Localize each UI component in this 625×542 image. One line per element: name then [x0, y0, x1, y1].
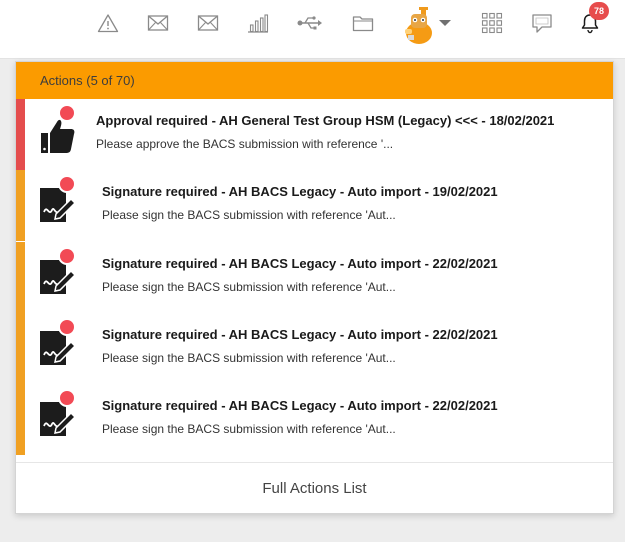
action-item-description: Please sign the BACS submission with ref… — [102, 280, 396, 294]
actions-dropdown-panel: Actions (5 of 70) Approval required - AH… — [15, 61, 614, 514]
unread-dot — [58, 104, 76, 122]
action-item-signature[interactable]: Signature required - AH BACS Legacy - Au… — [16, 313, 613, 384]
unread-dot — [58, 318, 76, 336]
chevron-down-icon[interactable] — [437, 10, 453, 36]
actions-panel-title: Actions (5 of 70) — [40, 73, 135, 88]
unread-dot — [58, 247, 76, 265]
action-item-description: Please sign the BACS submission with ref… — [102, 351, 396, 365]
action-item-description: Please sign the BACS submission with ref… — [102, 422, 396, 436]
apps-grid-icon[interactable] — [480, 10, 504, 36]
action-accent-bar — [16, 242, 25, 313]
action-accent-bar — [16, 384, 25, 455]
action-item-title: Signature required - AH BACS Legacy - Au… — [102, 398, 498, 413]
full-actions-list-link[interactable]: Full Actions List — [16, 462, 613, 513]
action-item-title: Signature required - AH BACS Legacy - Au… — [102, 256, 498, 271]
action-item-title: Signature required - AH BACS Legacy - Au… — [102, 184, 498, 199]
action-item-approval[interactable]: Approval required - AH General Test Grou… — [16, 99, 613, 170]
action-accent-bar — [16, 99, 25, 170]
warning-icon[interactable] — [96, 10, 120, 36]
notification-count-badge: 78 — [589, 2, 609, 20]
action-item-description: Please approve the BACS submission with … — [96, 137, 394, 151]
top-navigation-bar: 78 — [0, 0, 625, 59]
bar-chart-icon[interactable] — [246, 10, 270, 36]
usb-icon[interactable] — [297, 10, 323, 36]
actions-panel-header: Actions (5 of 70) — [16, 62, 613, 99]
action-item-title: Approval required - AH General Test Grou… — [96, 113, 555, 128]
mail-icon[interactable] — [146, 10, 170, 36]
action-item-signature[interactable]: Signature required - AH BACS Legacy - Au… — [16, 242, 613, 313]
avatar[interactable] — [402, 5, 436, 45]
unread-dot — [58, 175, 76, 193]
chat-icon[interactable] — [530, 10, 554, 36]
mail-outline-icon[interactable] — [196, 10, 220, 36]
action-item-signature[interactable]: Signature required - AH BACS Legacy - Au… — [16, 170, 613, 241]
folder-icon[interactable] — [351, 10, 375, 36]
action-accent-bar — [16, 170, 25, 241]
action-item-signature[interactable]: Signature required - AH BACS Legacy - Au… — [16, 384, 613, 455]
action-item-title: Signature required - AH BACS Legacy - Au… — [102, 327, 498, 342]
unread-dot — [58, 389, 76, 407]
action-accent-bar — [16, 313, 25, 384]
action-item-description: Please sign the BACS submission with ref… — [102, 208, 396, 222]
